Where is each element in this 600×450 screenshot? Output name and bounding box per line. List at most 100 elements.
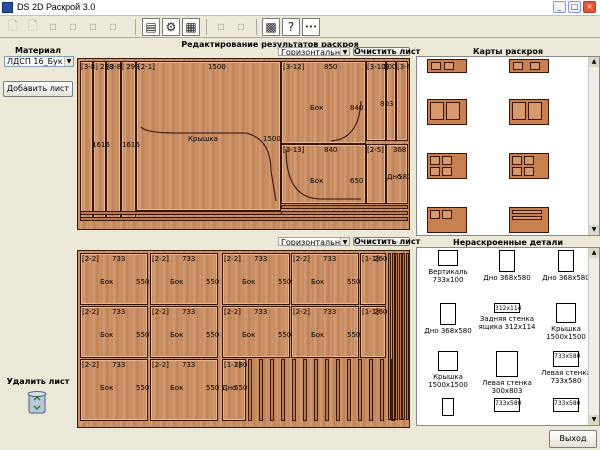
scroll-up-icon[interactable]: ▲ — [589, 57, 599, 67]
sheet-strip[interactable] — [405, 253, 409, 420]
part-label: Бок — [100, 331, 114, 339]
map-thumbnail[interactable] — [509, 153, 549, 179]
chevron-down-icon[interactable]: ▼ — [340, 238, 349, 245]
scroll-up-icon[interactable]: ▲ — [589, 248, 599, 258]
save-copy-icon[interactable]: ▫ — [64, 18, 82, 36]
sheet-strip[interactable] — [259, 359, 263, 421]
print-icon[interactable]: ▫ — [104, 18, 122, 36]
minimize-button[interactable]: _ — [553, 1, 566, 13]
save-icon[interactable]: ▫ — [44, 18, 62, 36]
uncut-detail-item[interactable]: Дно 368х580 — [478, 250, 536, 282]
sheet-strip[interactable] — [347, 359, 351, 421]
sheet-strip[interactable] — [270, 359, 274, 421]
optimize-icon[interactable]: ▩ — [262, 18, 280, 36]
sheet-part[interactable] — [106, 61, 121, 219]
part-label: 550 — [206, 278, 220, 286]
part-label: [2-2] — [82, 361, 99, 369]
detail-label: Задняя стенка ящика 312х114 — [478, 315, 536, 331]
uncut-detail-item[interactable]: Дно 368х580 — [537, 250, 595, 282]
sheet-part[interactable] — [121, 61, 136, 219]
sheet-strip[interactable] — [248, 359, 252, 421]
uncut-detail-item[interactable]: Крышка 1500х1500 — [419, 351, 477, 389]
sheet-strip[interactable] — [358, 359, 362, 421]
paste-icon[interactable]: ▫ — [232, 18, 250, 36]
map-thumbnail[interactable] — [427, 99, 467, 125]
sheet-strip[interactable] — [281, 359, 285, 421]
report-icon[interactable]: ▤ — [142, 18, 160, 36]
detail-shape — [556, 303, 576, 323]
scroll-down-icon[interactable]: ▼ — [589, 415, 599, 425]
sheet-part[interactable] — [396, 61, 408, 141]
clear-sheet-button-top[interactable]: Очистить лист — [353, 47, 420, 56]
map-thumbnail[interactable] — [509, 99, 549, 125]
recycle-bin-icon[interactable] — [26, 390, 48, 414]
close-button[interactable]: × — [583, 1, 596, 13]
cutting-sheet-top[interactable]: [3-8] 298 [3-8] 298 [2-1] 1500 [3-12] 85… — [77, 58, 410, 230]
uncut-detail-item[interactable]: Крышка 1500х1500 — [537, 303, 595, 341]
scroll-down-icon[interactable]: ▼ — [589, 225, 599, 235]
add-sheet-button[interactable]: Добавить лист — [3, 81, 73, 97]
part-label: [3-12] — [283, 63, 305, 71]
settings-gear-icon[interactable]: ⚙ — [162, 18, 180, 36]
more-icon[interactable]: ••• — [302, 18, 320, 36]
map-thumbnail[interactable] — [427, 153, 467, 179]
uncut-detail-item[interactable] — [419, 398, 477, 418]
sheet-part[interactable] — [80, 61, 93, 219]
map-thumbnail[interactable] — [509, 207, 549, 233]
export-icon[interactable]: ▫ — [84, 18, 102, 36]
cutting-sheet-bottom[interactable]: [2-2] 733 Бок 550 [2-2] 733 Бок 550 [2-2] 733 Бок 5… — [77, 250, 410, 428]
table-icon[interactable]: ▦ — [182, 18, 200, 36]
detail-shape: 733х580 — [553, 398, 580, 412]
help-icon[interactable]: ? — [282, 18, 300, 36]
maps-scrollbar[interactable]: ▲ ▼ — [588, 57, 599, 235]
sheet-strip[interactable] — [303, 359, 307, 421]
part-label: Бок — [242, 278, 256, 286]
sheet-part[interactable] — [93, 61, 106, 219]
sheet-strip[interactable] — [314, 359, 318, 421]
part-label: 803 — [380, 100, 394, 108]
chevron-down-icon[interactable]: ▼ — [64, 57, 73, 66]
new-file-icon[interactable]: 🗋 — [4, 18, 22, 36]
uncut-detail-item[interactable]: 312х114 Задняя стенка ящика 312х114 — [478, 303, 536, 331]
part-label: 733 — [112, 255, 126, 263]
part-label: [2-2] — [152, 308, 169, 316]
title-bar: DS 2D Раскрой 3.0 _ □ × — [0, 0, 600, 16]
cut-mode-select-top[interactable]: Горизонтальный рез ▼ — [278, 47, 350, 56]
sheet-strip[interactable] — [281, 205, 408, 209]
chevron-down-icon[interactable]: ▼ — [340, 48, 349, 55]
sheet-strip[interactable] — [380, 359, 384, 421]
uncut-detail-item[interactable]: 733х580 Левая стенка 733х580 — [537, 351, 595, 385]
clear-sheet-button-bottom[interactable]: Очистить лист — [353, 237, 420, 246]
part-label: 280 — [234, 361, 248, 369]
uncut-detail-item[interactable]: Левая стенка 300х803 — [478, 351, 536, 395]
sheet-strip[interactable] — [80, 217, 408, 221]
maximize-button[interactable]: □ — [568, 1, 581, 13]
open-file-icon[interactable]: 🗋 — [24, 18, 42, 36]
sheet-strip[interactable] — [80, 211, 282, 215]
sheet-strip[interactable] — [336, 359, 340, 421]
exit-button[interactable]: Выход — [549, 430, 597, 448]
material-select[interactable]: ЛДСП 16_Бук ▼ — [4, 56, 74, 67]
uncut-detail-item[interactable]: 733х580 — [478, 398, 536, 414]
uncut-detail-item[interactable]: Дно 368х580 — [419, 303, 477, 335]
cut-mode-select-bottom[interactable]: Горизонтальный рез ▼ — [278, 237, 350, 246]
map-thumbnail[interactable] — [509, 59, 549, 73]
sheet-strip[interactable] — [292, 359, 296, 421]
part-label: 550 — [136, 384, 150, 392]
sheet-strip[interactable] — [369, 359, 373, 421]
copy-icon[interactable]: ▫ — [212, 18, 230, 36]
part-label: [2-5] — [367, 146, 384, 154]
map-thumbnail[interactable] — [427, 59, 467, 73]
details-scrollbar[interactable]: ▲ ▼ — [588, 248, 599, 425]
map-thumbnail[interactable] — [427, 207, 467, 233]
detail-label: Дно 368х580 — [483, 274, 531, 282]
sheet-strip[interactable] — [281, 211, 408, 215]
detail-shape — [440, 303, 456, 325]
uncut-detail-item[interactable]: 733х580 — [537, 398, 595, 414]
uncut-detail-item[interactable]: Вертикаль 733х100 — [419, 250, 477, 284]
part-label: 650 — [350, 177, 364, 185]
edge-curve-icon — [330, 100, 362, 142]
sheet-strip[interactable] — [325, 359, 329, 421]
detail-shape: 733х580 — [553, 351, 580, 367]
detail-shape — [496, 351, 518, 377]
